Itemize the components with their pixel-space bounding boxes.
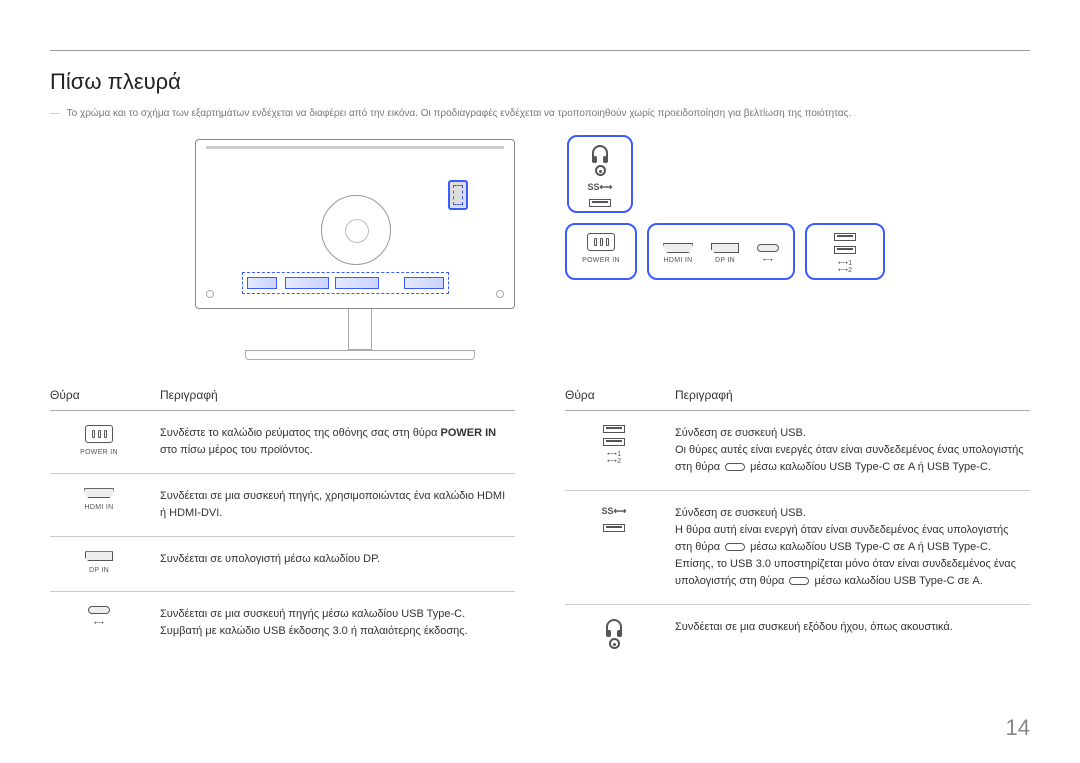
left-port-table: Θύρα Περιγραφή POWER IN Συνδέστε το καλώ… xyxy=(50,382,515,654)
usb-2-label: ⟷2 xyxy=(607,458,621,465)
usb-ss-port-icon xyxy=(603,524,625,532)
row-usbc: ⟷ Συνδέεται σε μια συσκευή πηγής μέσω κα… xyxy=(50,592,515,655)
usbc-port-icon xyxy=(757,244,779,252)
row-usb-ss: SS⟷ Σύνδεση σε συσκευή USB. Η θύρα αυτή … xyxy=(565,491,1030,605)
dp-label: DP IN xyxy=(89,566,109,577)
usbc-desc: Συνδέεται σε μια συσκευή πηγής μέσω καλω… xyxy=(160,592,515,655)
callout-side-ports xyxy=(448,180,468,210)
row-audio: Συνδέεται σε μια συσκευή εξόδου ήχου, όπ… xyxy=(565,605,1030,664)
dp-label: DP IN xyxy=(715,257,735,264)
usbc-port-icon xyxy=(88,606,110,614)
usb-a-1-icon xyxy=(834,233,856,241)
hdmi-label: HDMI IN xyxy=(85,503,114,514)
panel-audio-usb: SS⟷ xyxy=(567,135,633,213)
th-desc: Περιγραφή xyxy=(160,382,515,411)
headphone-icon xyxy=(592,145,608,159)
section-title: Πίσω πλευρά xyxy=(50,69,1030,95)
dash-icon: ― xyxy=(50,107,64,121)
usb-a-2-icon xyxy=(603,438,625,446)
power-port-icon xyxy=(85,425,113,443)
usbc-label: ⟷ xyxy=(94,619,104,630)
usbc-inline-icon xyxy=(789,577,809,585)
usb-ss-label: SS⟷ xyxy=(602,505,627,519)
usbc-label: ⟷ xyxy=(763,256,773,264)
usb-a-2-icon xyxy=(834,246,856,254)
top-rule xyxy=(50,50,1030,51)
dp-port-icon xyxy=(711,243,739,253)
monitor-rear-drawing xyxy=(195,135,525,360)
power-desc: Συνδέστε το καλώδιο ρεύματος της οθόνης … xyxy=(160,411,515,474)
th-port: Θύρα xyxy=(50,382,160,411)
headphone-icon xyxy=(606,619,622,633)
callout-bottom-ports xyxy=(242,272,449,294)
usb-ss-label: SS⟷ xyxy=(588,182,613,193)
hdmi-desc: Συνδέεται σε μια συσκευή πηγής, χρησιμοπ… xyxy=(160,474,515,537)
usb-a-port-icon xyxy=(589,199,611,207)
row-dp: DP IN Συνδέεται σε υπολογιστή μέσω καλωδ… xyxy=(50,537,515,592)
disclaimer-body: Το χρώμα και το σχήμα των εξαρτημάτων εν… xyxy=(67,108,852,119)
audio-jack-icon xyxy=(609,638,620,649)
diagram-area: SS⟷ POWER IN HDMI IN DP IN xyxy=(50,135,1030,360)
hdmi-port-icon xyxy=(84,488,114,498)
panel-power: POWER IN xyxy=(565,223,637,280)
port-detail-panels: SS⟷ POWER IN HDMI IN DP IN xyxy=(565,135,885,280)
hdmi-port-icon xyxy=(663,243,693,253)
usb-a-1-icon xyxy=(603,425,625,433)
right-port-table: Θύρα Περιγραφή ⟷1 ⟷2 xyxy=(565,382,1030,663)
panel-usb-a-stack: ⟷1 ⟷2 xyxy=(805,223,885,280)
hdmi-label: HDMI IN xyxy=(664,257,693,264)
disclaimer-text: ― Το χρώμα και το σχήμα των εξαρτημάτων … xyxy=(50,107,1030,121)
dp-port-icon xyxy=(85,551,113,561)
usbc-inline-icon xyxy=(725,463,745,471)
usb-ss-desc: Σύνδεση σε συσκευή USB. Η θύρα αυτή είνα… xyxy=(675,491,1030,605)
page-number: 14 xyxy=(1006,715,1030,741)
usb-1-label: ⟷1 xyxy=(607,451,621,458)
power-port-icon xyxy=(587,233,615,251)
row-power: POWER IN Συνδέστε το καλώδιο ρεύματος τη… xyxy=(50,411,515,474)
th-desc: Περιγραφή xyxy=(675,382,1030,411)
right-column: Θύρα Περιγραφή ⟷1 ⟷2 xyxy=(565,382,1030,663)
usb-1-label: ⟷1 xyxy=(838,260,852,267)
power-label: POWER IN xyxy=(80,448,118,459)
row-hdmi: HDMI IN Συνδέεται σε μια συσκευή πηγής, … xyxy=(50,474,515,537)
port-description-columns: Θύρα Περιγραφή POWER IN Συνδέστε το καλώ… xyxy=(50,382,1030,663)
audio-jack-icon xyxy=(595,165,606,176)
usbc-inline-icon xyxy=(725,543,745,551)
row-usb-a-stack: ⟷1 ⟷2 Σύνδεση σε συσκευή USB. Οι θύρες α… xyxy=(565,411,1030,491)
usb-a-desc: Σύνδεση σε συσκευή USB. Οι θύρες αυτές ε… xyxy=(675,411,1030,491)
usb-2-label: ⟷2 xyxy=(838,267,852,274)
panel-video-ports: HDMI IN DP IN ⟷ xyxy=(647,223,795,280)
audio-desc: Συνδέεται σε μια συσκευή εξόδου ήχου, όπ… xyxy=(675,605,1030,664)
th-port: Θύρα xyxy=(565,382,675,411)
dp-desc: Συνδέεται σε υπολογιστή μέσω καλωδίου DP… xyxy=(160,537,515,592)
left-column: Θύρα Περιγραφή POWER IN Συνδέστε το καλώ… xyxy=(50,382,515,663)
power-label: POWER IN xyxy=(582,257,620,264)
